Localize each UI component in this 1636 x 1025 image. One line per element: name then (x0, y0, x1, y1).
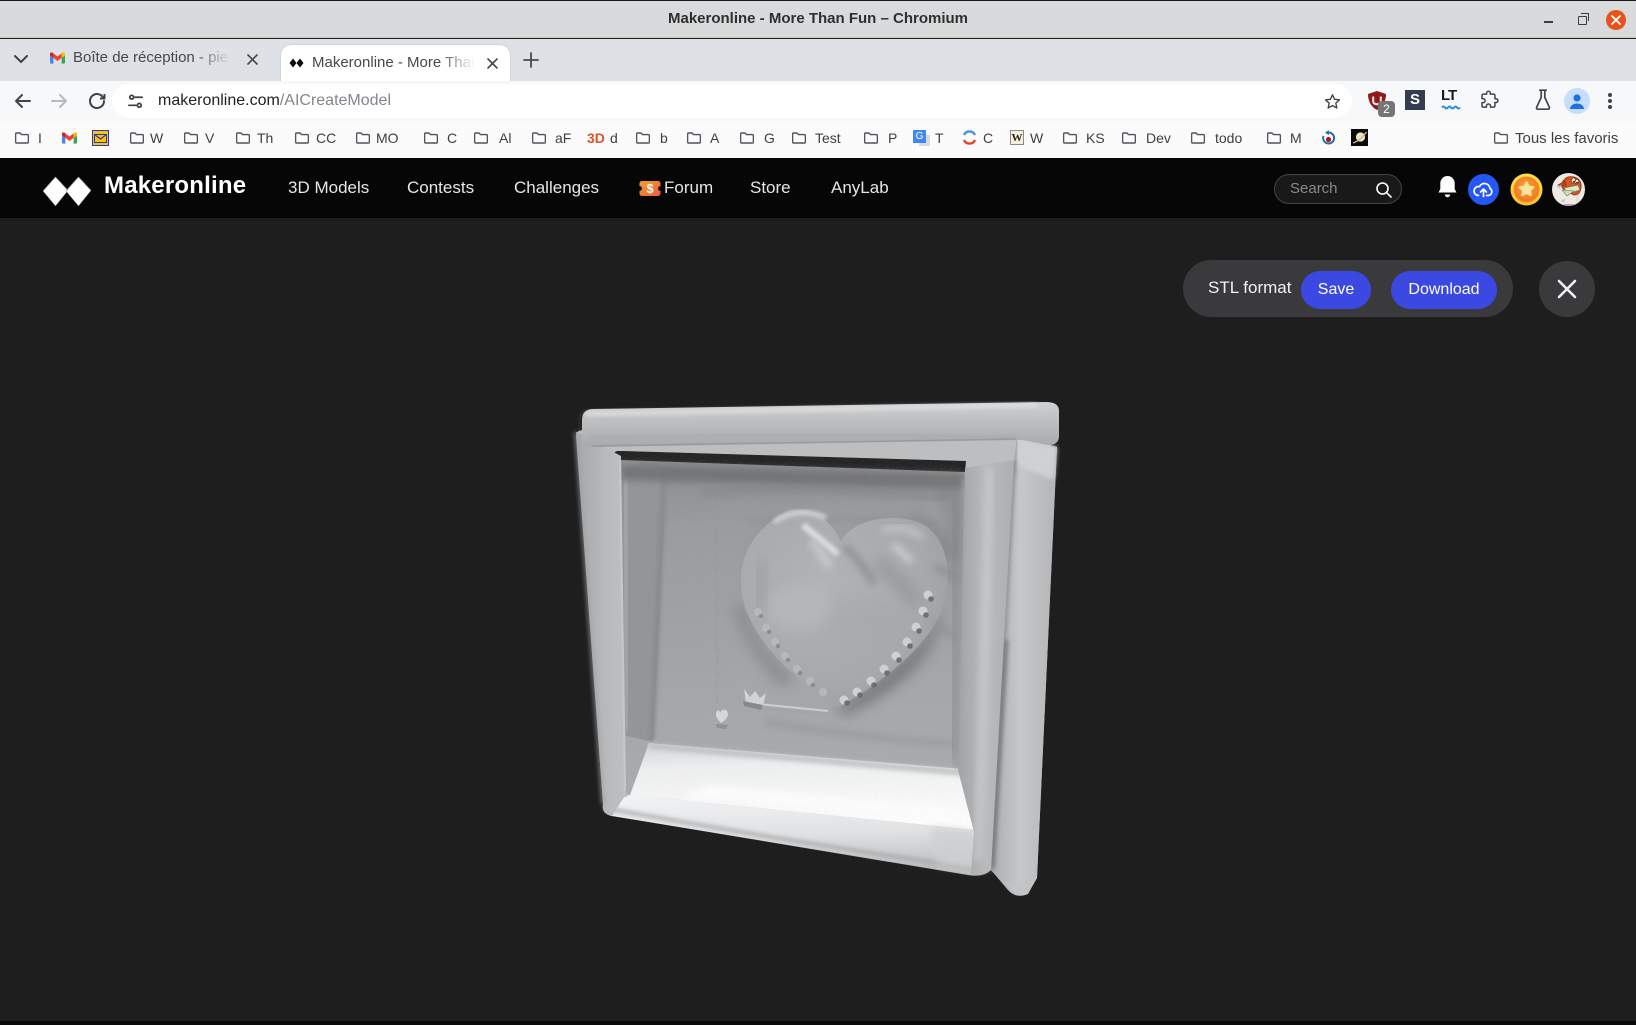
svg-text:$: $ (646, 181, 654, 196)
